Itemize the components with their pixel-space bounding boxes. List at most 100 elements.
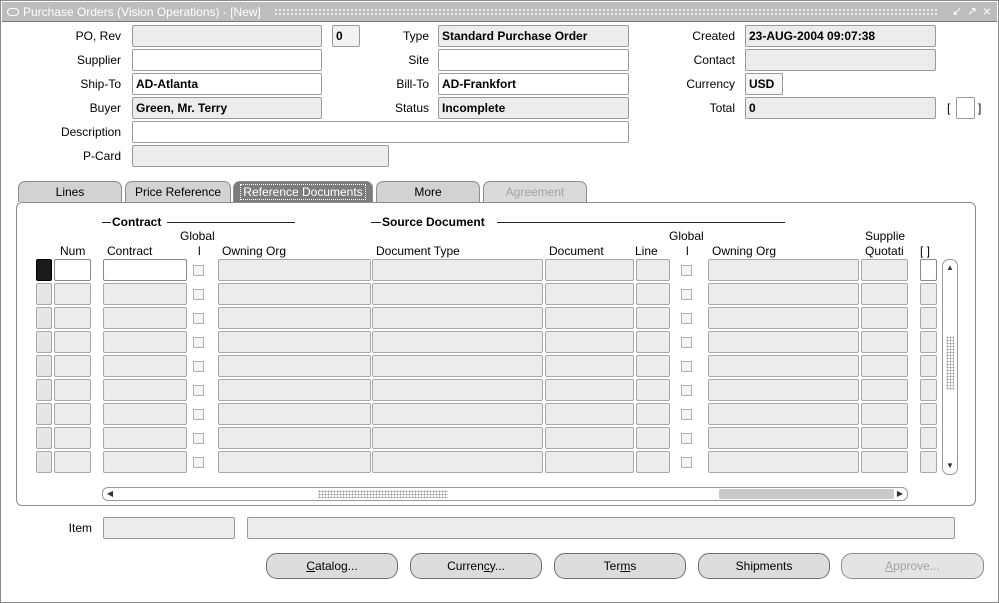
scroll-down-icon[interactable]: ▼: [943, 459, 957, 473]
num-cell[interactable]: [54, 283, 91, 305]
line-cell[interactable]: [636, 283, 670, 305]
global-checkbox[interactable]: [193, 289, 204, 300]
created-field[interactable]: 23-AUG-2004 09:07:38: [745, 25, 936, 47]
row-selector[interactable]: [36, 259, 52, 281]
buyer-field[interactable]: Green, Mr. Terry: [132, 97, 322, 119]
owning-org-cell[interactable]: [218, 331, 371, 353]
global-source-checkbox[interactable]: [681, 385, 692, 396]
flexfield-cell[interactable]: [920, 427, 937, 449]
scroll-right-icon[interactable]: ▶: [894, 488, 906, 500]
close-icon[interactable]: ×: [980, 4, 994, 19]
total-field[interactable]: 0: [745, 97, 936, 119]
num-cell[interactable]: [54, 307, 91, 329]
global-source-checkbox[interactable]: [681, 265, 692, 276]
line-cell[interactable]: [636, 451, 670, 473]
scroll-up-icon[interactable]: ▲: [943, 261, 957, 275]
source-owning-org-cell[interactable]: [708, 331, 859, 353]
item-field[interactable]: [103, 517, 235, 539]
type-field[interactable]: Standard Purchase Order: [438, 25, 629, 47]
contract-cell[interactable]: [103, 451, 187, 473]
source-owning-org-cell[interactable]: [708, 427, 859, 449]
tab-more[interactable]: More: [376, 181, 480, 202]
global-source-checkbox[interactable]: [681, 433, 692, 444]
owning-org-cell[interactable]: [218, 259, 371, 281]
row-selector[interactable]: [36, 403, 52, 425]
restore-icon[interactable]: ↙: [950, 4, 964, 19]
line-cell[interactable]: [636, 307, 670, 329]
tab-lines[interactable]: Lines: [18, 181, 122, 202]
currency-field[interactable]: USD: [745, 73, 783, 95]
contract-cell[interactable]: [103, 379, 187, 401]
document-type-cell[interactable]: [372, 427, 543, 449]
catalog-button[interactable]: Catalog...: [266, 553, 398, 579]
document-cell[interactable]: [545, 403, 634, 425]
supplier-quotation-cell[interactable]: [861, 451, 908, 473]
document-type-cell[interactable]: [372, 451, 543, 473]
source-owning-org-cell[interactable]: [708, 307, 859, 329]
supplier-quotation-cell[interactable]: [861, 259, 908, 281]
contract-cell[interactable]: [103, 259, 187, 281]
tab-reference-documents[interactable]: Reference Documents: [233, 181, 373, 203]
flexfield-cell[interactable]: [920, 331, 937, 353]
flexfield-cell[interactable]: [920, 379, 937, 401]
document-cell[interactable]: [545, 259, 634, 281]
document-type-cell[interactable]: [372, 331, 543, 353]
global-checkbox[interactable]: [193, 457, 204, 468]
row-selector[interactable]: [36, 427, 52, 449]
row-selector[interactable]: [36, 379, 52, 401]
supplier-quotation-cell[interactable]: [861, 427, 908, 449]
flexfield-cell[interactable]: [920, 259, 937, 281]
owning-org-cell[interactable]: [218, 307, 371, 329]
line-cell[interactable]: [636, 355, 670, 377]
line-cell[interactable]: [636, 259, 670, 281]
global-source-checkbox[interactable]: [681, 337, 692, 348]
global-source-checkbox[interactable]: [681, 361, 692, 372]
global-checkbox[interactable]: [193, 409, 204, 420]
grid-vertical-scrollbar[interactable]: ▲ ▼: [942, 259, 958, 475]
num-cell[interactable]: [54, 331, 91, 353]
contract-cell[interactable]: [103, 355, 187, 377]
supplier-quotation-cell[interactable]: [861, 379, 908, 401]
num-cell[interactable]: [54, 427, 91, 449]
num-cell[interactable]: [54, 355, 91, 377]
global-source-checkbox[interactable]: [681, 313, 692, 324]
site-field[interactable]: [438, 49, 629, 71]
line-cell[interactable]: [636, 379, 670, 401]
global-checkbox[interactable]: [193, 433, 204, 444]
flexfield-cell[interactable]: [920, 307, 937, 329]
owning-org-cell[interactable]: [218, 283, 371, 305]
bill-to-field[interactable]: AD-Frankfort: [438, 73, 629, 95]
source-owning-org-cell[interactable]: [708, 355, 859, 377]
owning-org-cell[interactable]: [218, 355, 371, 377]
global-checkbox[interactable]: [193, 361, 204, 372]
contract-cell[interactable]: [103, 403, 187, 425]
document-cell[interactable]: [545, 427, 634, 449]
document-type-cell[interactable]: [372, 355, 543, 377]
supplier-quotation-cell[interactable]: [861, 331, 908, 353]
supplier-quotation-cell[interactable]: [861, 283, 908, 305]
flexfield-cell[interactable]: [920, 355, 937, 377]
document-cell[interactable]: [545, 451, 634, 473]
row-selector[interactable]: [36, 451, 52, 473]
maximize-icon[interactable]: ↗: [965, 4, 979, 19]
terms-button[interactable]: Terms: [554, 553, 686, 579]
currency-button[interactable]: Currency...: [410, 553, 542, 579]
contract-cell[interactable]: [103, 307, 187, 329]
document-type-cell[interactable]: [372, 403, 543, 425]
line-cell[interactable]: [636, 427, 670, 449]
header-flexfield[interactable]: [956, 97, 975, 119]
document-cell[interactable]: [545, 379, 634, 401]
global-checkbox[interactable]: [193, 265, 204, 276]
flexfield-cell[interactable]: [920, 403, 937, 425]
supplier-quotation-cell[interactable]: [861, 355, 908, 377]
window-menu-icon[interactable]: [7, 8, 19, 16]
num-cell[interactable]: [54, 403, 91, 425]
document-cell[interactable]: [545, 331, 634, 353]
row-selector[interactable]: [36, 283, 52, 305]
supplier-quotation-cell[interactable]: [861, 307, 908, 329]
supplier-field[interactable]: [132, 49, 322, 71]
num-cell[interactable]: [54, 451, 91, 473]
row-selector[interactable]: [36, 307, 52, 329]
ship-to-field[interactable]: AD-Atlanta: [132, 73, 322, 95]
tab-price-reference[interactable]: Price Reference: [125, 181, 231, 202]
